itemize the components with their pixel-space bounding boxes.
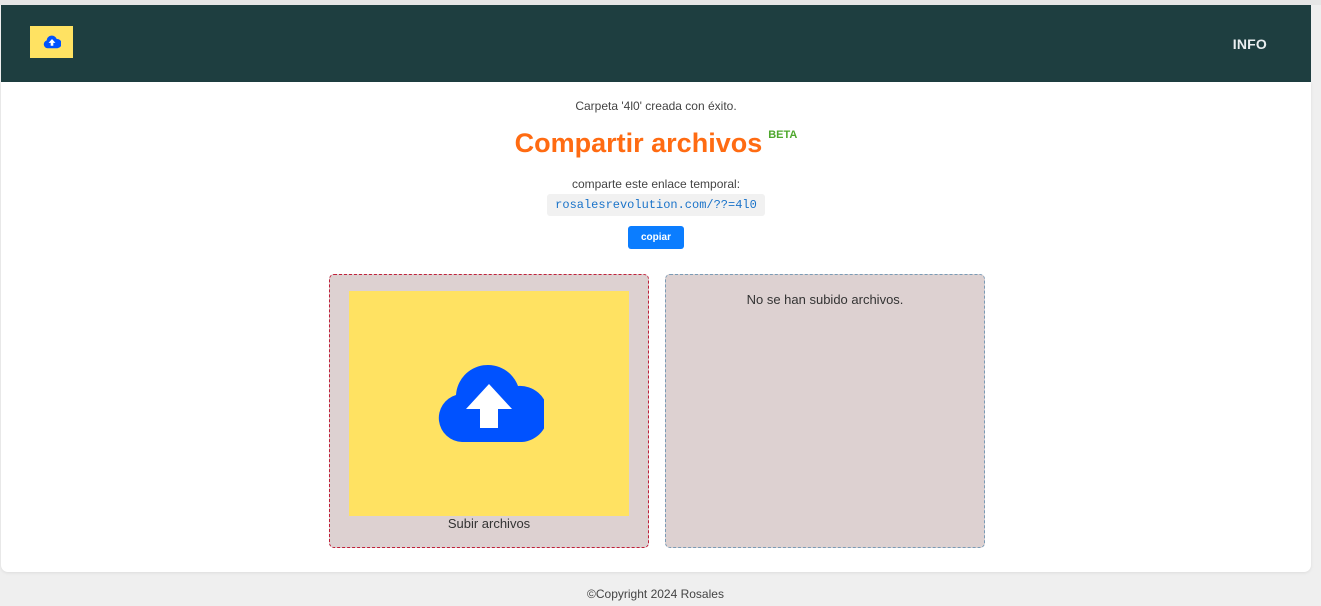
main-card: Carpeta '4l0' creada con éxito. Comparti… [1,82,1311,572]
logo[interactable] [30,26,73,58]
navbar: INFO [1,5,1311,82]
title-row: Compartir archivos BETA [1,128,1311,159]
page-title: Compartir archivos [514,128,763,158]
cloud-upload-icon [43,35,61,49]
cloud-upload-icon [438,364,544,442]
files-panel: No se han subido archivos. [665,274,985,548]
share-link-row: rosalesrevolution.com/??=4l0 [1,194,1311,216]
share-label: comparte este enlace temporal: [571,177,741,191]
status-message: Carpeta '4l0' creada con éxito. [575,99,737,113]
copy-row: copiar [1,226,1311,249]
share-link[interactable]: rosalesrevolution.com/??=4l0 [547,194,765,216]
upload-panel: Subir archivos [329,274,649,548]
footer-copyright: ©Copyright 2024 Rosales [587,587,724,601]
nav-info-link[interactable]: INFO [1233,36,1267,52]
copy-button[interactable]: copiar [627,226,684,249]
files-empty-message: No se han subido archivos. [746,292,904,307]
upload-label: Subir archivos [447,516,531,531]
beta-badge: BETA [768,129,798,141]
upload-dropzone[interactable] [349,291,629,516]
